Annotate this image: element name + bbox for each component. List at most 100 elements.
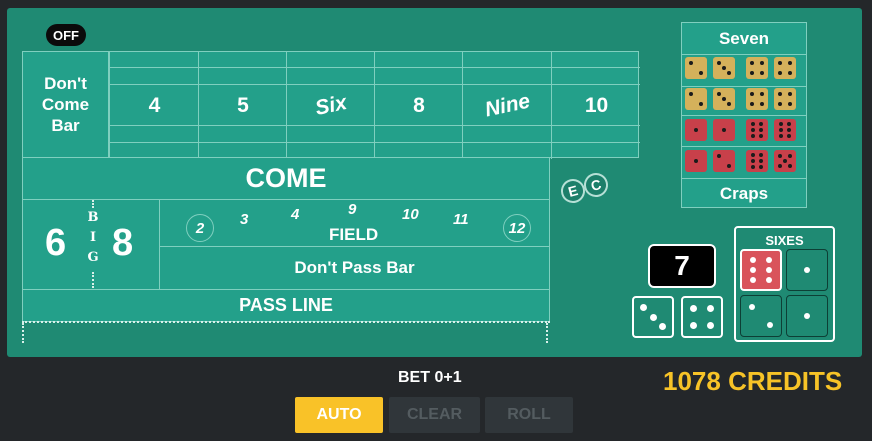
sixes-die[interactable] — [740, 295, 782, 337]
field-number-label: 2 — [195, 219, 205, 237]
divider — [682, 54, 806, 55]
big-letter: G — [87, 250, 99, 265]
clear-button[interactable]: CLEAR — [389, 397, 480, 433]
die-pip — [787, 122, 792, 127]
die-pip — [694, 159, 698, 163]
roll-button[interactable]: ROLL — [485, 397, 573, 433]
die-pip — [722, 128, 726, 132]
seven-bet[interactable]: Seven — [682, 29, 806, 49]
die-pip — [689, 92, 694, 97]
pass-line-dotted-border — [22, 321, 550, 343]
dont-come-bar-bet[interactable]: Don't Come Bar — [22, 51, 109, 158]
die-pip — [750, 61, 755, 66]
proposition-die-icon — [746, 88, 768, 110]
credits-display: 1078 CREDITS — [663, 366, 843, 396]
die-pip — [759, 133, 764, 138]
place-bet-8[interactable]: 8 — [374, 52, 462, 159]
proposition-die-icon — [774, 150, 796, 172]
pass-line-bet[interactable]: PASS LINE — [22, 289, 550, 322]
die-pip — [698, 70, 703, 75]
field-number-10: 10 — [402, 206, 419, 223]
die-pip — [750, 153, 755, 158]
die-pip — [765, 276, 772, 283]
die-pip — [716, 60, 721, 65]
proposition-die-icon — [713, 150, 735, 172]
big-label: B I G — [84, 208, 102, 268]
die-pip — [783, 159, 787, 163]
die-pip — [717, 154, 722, 159]
die-pip — [788, 164, 793, 169]
die-pip — [706, 321, 714, 329]
place-number-label: 8 — [413, 93, 425, 117]
die-pip — [706, 305, 714, 313]
die-pip — [750, 267, 757, 273]
place-bet-10[interactable]: 10 — [551, 52, 640, 159]
die-pip — [759, 159, 764, 163]
die-pip — [777, 153, 782, 158]
die-pip — [727, 102, 732, 107]
die-pip — [750, 159, 755, 163]
die-pip — [759, 61, 764, 66]
place-bet-5[interactable]: 5 — [198, 52, 286, 159]
big-six-bet[interactable]: 6 — [45, 222, 66, 265]
come-bet[interactable]: COME — [22, 157, 550, 200]
place-bet-6[interactable]: Six — [286, 52, 374, 159]
proposition-die-icon — [685, 57, 707, 79]
place-bet-4[interactable]: 4 — [109, 52, 198, 159]
bet-summary: BET 0+1 — [398, 369, 462, 386]
divider — [92, 200, 94, 208]
die-pip — [766, 321, 773, 328]
proposition-die-icon — [774, 119, 796, 141]
place-number-label: 5 — [237, 93, 249, 117]
point-display: 7 — [648, 244, 716, 288]
field-number-11: 11 — [453, 211, 469, 228]
craps-bet[interactable]: Craps — [682, 184, 806, 204]
die-pip — [787, 133, 792, 138]
die-pip — [788, 153, 793, 158]
die-pip — [778, 128, 783, 132]
die-pip — [759, 70, 764, 75]
divider — [682, 115, 806, 116]
sixes-die[interactable] — [786, 295, 828, 337]
die-pip — [787, 128, 792, 132]
die-pip — [804, 313, 810, 319]
divider — [682, 86, 806, 87]
proposition-die-icon — [746, 119, 768, 141]
proposition-die-icon — [713, 88, 735, 110]
proposition-die-icon — [746, 150, 768, 172]
die-pip — [765, 257, 772, 264]
big-letter: I — [89, 230, 97, 245]
die-pip — [759, 128, 764, 132]
sixes-die-six[interactable] — [740, 249, 782, 291]
die-pip — [722, 66, 726, 70]
die-pip — [778, 122, 783, 127]
dont-pass-bar-bet[interactable]: Don't Pass Bar — [159, 246, 550, 290]
big-letter: B — [87, 210, 99, 225]
die-pip — [658, 322, 666, 330]
die-pip — [722, 97, 726, 101]
field-number-label: 12 — [508, 219, 526, 237]
field-number-4: 4 — [291, 206, 300, 223]
proposition-die-icon — [685, 150, 707, 172]
die-pip — [649, 313, 657, 321]
die-pip — [778, 70, 783, 75]
divider — [22, 323, 24, 343]
place-bet-9[interactable]: Nine — [462, 52, 551, 159]
die-pip — [787, 61, 792, 66]
place-number-label: Six — [313, 90, 349, 120]
place-bet-area: 4 5 Six 8 Nine 10 — [108, 51, 640, 159]
proposition-die-icon — [713, 119, 735, 141]
die-pip — [694, 128, 698, 132]
sixes-die[interactable] — [786, 249, 828, 291]
die-pip — [787, 101, 792, 106]
die-pip — [759, 164, 764, 169]
die-pip — [698, 101, 703, 106]
die-pip — [690, 321, 698, 329]
die-pip — [750, 92, 755, 97]
proposition-bets: Seven Craps — [681, 22, 807, 208]
die-pip — [726, 163, 731, 168]
auto-button[interactable]: AUTO — [295, 397, 383, 433]
place-number-label: 10 — [584, 93, 609, 117]
big-eight-bet[interactable]: 8 — [112, 222, 133, 265]
proposition-die-icon — [685, 88, 707, 110]
